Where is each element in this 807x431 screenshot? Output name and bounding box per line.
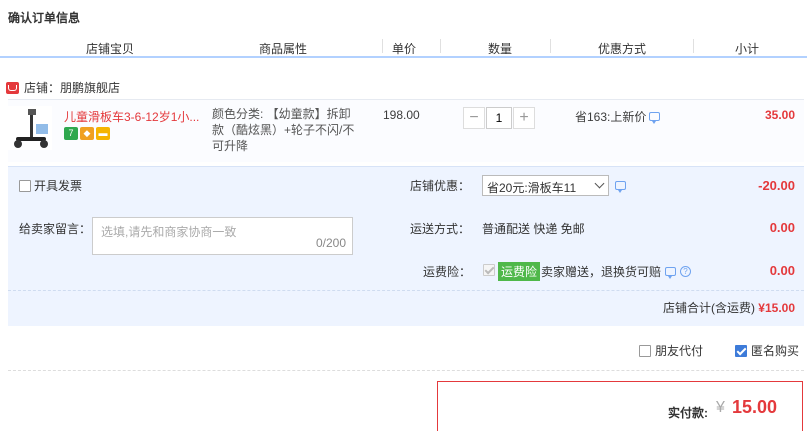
shop-row: 店铺： 朋鹏旗舰店 bbox=[6, 79, 120, 96]
insurance-text: 卖家赠送，退换货可赔 bbox=[541, 265, 662, 279]
column-header: 店铺宝贝 商品属性 单价 数量 优惠方式 小计 bbox=[0, 34, 807, 58]
insurance-checkbox bbox=[483, 264, 495, 276]
actual-payment-label: 实付款: bbox=[668, 406, 708, 420]
increase-button[interactable]: + bbox=[513, 107, 535, 129]
col-price: 单价 bbox=[392, 42, 417, 56]
insurance-label: 运费险： bbox=[423, 265, 472, 279]
quantity-input[interactable] bbox=[486, 107, 512, 129]
message-placeholder: 选填,请先和商家协商一致 bbox=[101, 225, 237, 239]
item-subtotal: 35.00 bbox=[764, 108, 795, 122]
coupon-selected: 省20元:滑板车11 bbox=[487, 181, 577, 195]
col-divider bbox=[693, 39, 694, 53]
product-title-link[interactable]: 儿童滑板车3-6-12岁1小... bbox=[64, 108, 209, 125]
col-shop-item: 店铺宝贝 bbox=[86, 42, 135, 56]
shop-name[interactable]: 朋鹏旗舰店 bbox=[60, 79, 120, 96]
product-thumbnail[interactable] bbox=[8, 106, 52, 150]
shop-discount-amount: -20.00 bbox=[758, 178, 795, 193]
promotion-text: 省163:上新价 bbox=[575, 110, 647, 124]
col-divider bbox=[382, 39, 383, 53]
shipping-label: 运送方式： bbox=[410, 222, 471, 236]
shop-icon bbox=[6, 81, 19, 94]
message-label: 给卖家留言： bbox=[19, 222, 92, 236]
shop-total: 店铺合计(含运费) ¥15.00 bbox=[663, 299, 795, 316]
shop-total-amount: ¥15.00 bbox=[758, 301, 795, 315]
shop-total-label: 店铺合计(含运费) bbox=[662, 301, 755, 315]
chat-icon[interactable] bbox=[665, 267, 677, 279]
page-title: 确认订单信息 bbox=[8, 11, 81, 25]
anonymous-purchase-option[interactable]: 匿名购买 bbox=[735, 342, 799, 359]
col-promotion: 优惠方式 bbox=[598, 42, 647, 56]
currency-symbol: ¥ bbox=[716, 399, 725, 416]
product-attributes: 颜色分类: 【幼童款】拆卸款（酷炫黑）+轮子不闪/不可升降 bbox=[212, 107, 355, 153]
insurance-amount: 0.00 bbox=[769, 263, 795, 278]
coupon-select[interactable]: 省20元:滑板车11 bbox=[482, 175, 609, 196]
promotion-method: 省163:上新价 bbox=[575, 108, 661, 125]
message-char-count: 0/200 bbox=[315, 236, 346, 250]
unit-price: 198.00 bbox=[383, 108, 420, 122]
section-divider bbox=[8, 370, 804, 371]
shop-discount-label: 店铺优惠： bbox=[410, 179, 471, 193]
col-divider bbox=[550, 39, 551, 53]
friend-pay-checkbox[interactable] bbox=[639, 344, 651, 357]
anonymous-label: 匿名购买 bbox=[751, 344, 800, 358]
shop-total-divider bbox=[8, 290, 804, 291]
shipping-method: 普通配送 快递 免邮 bbox=[482, 222, 585, 236]
col-divider bbox=[440, 39, 441, 53]
shipping-amount: 0.00 bbox=[769, 220, 795, 235]
chat-icon[interactable] bbox=[649, 112, 661, 124]
card-icon[interactable]: ▬ bbox=[96, 127, 110, 140]
chevron-down-icon bbox=[594, 178, 605, 189]
guarantee-icon[interactable]: 7 bbox=[64, 127, 78, 140]
actual-payment-amount: 15.00 bbox=[732, 397, 778, 417]
insurance-info: 卖家赠送，退换货可赔 ? bbox=[541, 263, 692, 280]
invoice-label: 开具发票 bbox=[34, 179, 83, 193]
col-subtotal: 小计 bbox=[735, 42, 760, 56]
friend-pay-label: 朋友代付 bbox=[655, 344, 704, 358]
service-tags: 7 ◆ ▬ bbox=[64, 127, 110, 140]
quantity-stepper: − + bbox=[463, 107, 535, 129]
decrease-button[interactable]: − bbox=[463, 107, 485, 129]
invoice-checkbox[interactable] bbox=[19, 179, 31, 192]
seller-message-input[interactable]: 选填,请先和商家协商一致 0/200 bbox=[92, 217, 353, 255]
insurance-badge: 运费险 bbox=[498, 262, 541, 281]
invoice-option[interactable]: 开具发票 bbox=[19, 177, 82, 194]
col-attributes: 商品属性 bbox=[259, 42, 308, 56]
promise-icon[interactable]: ◆ bbox=[80, 127, 94, 140]
col-quantity: 数量 bbox=[488, 42, 513, 56]
anonymous-checkbox[interactable] bbox=[735, 344, 747, 357]
help-icon[interactable]: ? bbox=[680, 266, 692, 277]
friend-pay-option[interactable]: 朋友代付 bbox=[639, 342, 703, 359]
shop-label: 店铺： bbox=[24, 81, 61, 95]
chat-icon[interactable] bbox=[615, 181, 626, 193]
